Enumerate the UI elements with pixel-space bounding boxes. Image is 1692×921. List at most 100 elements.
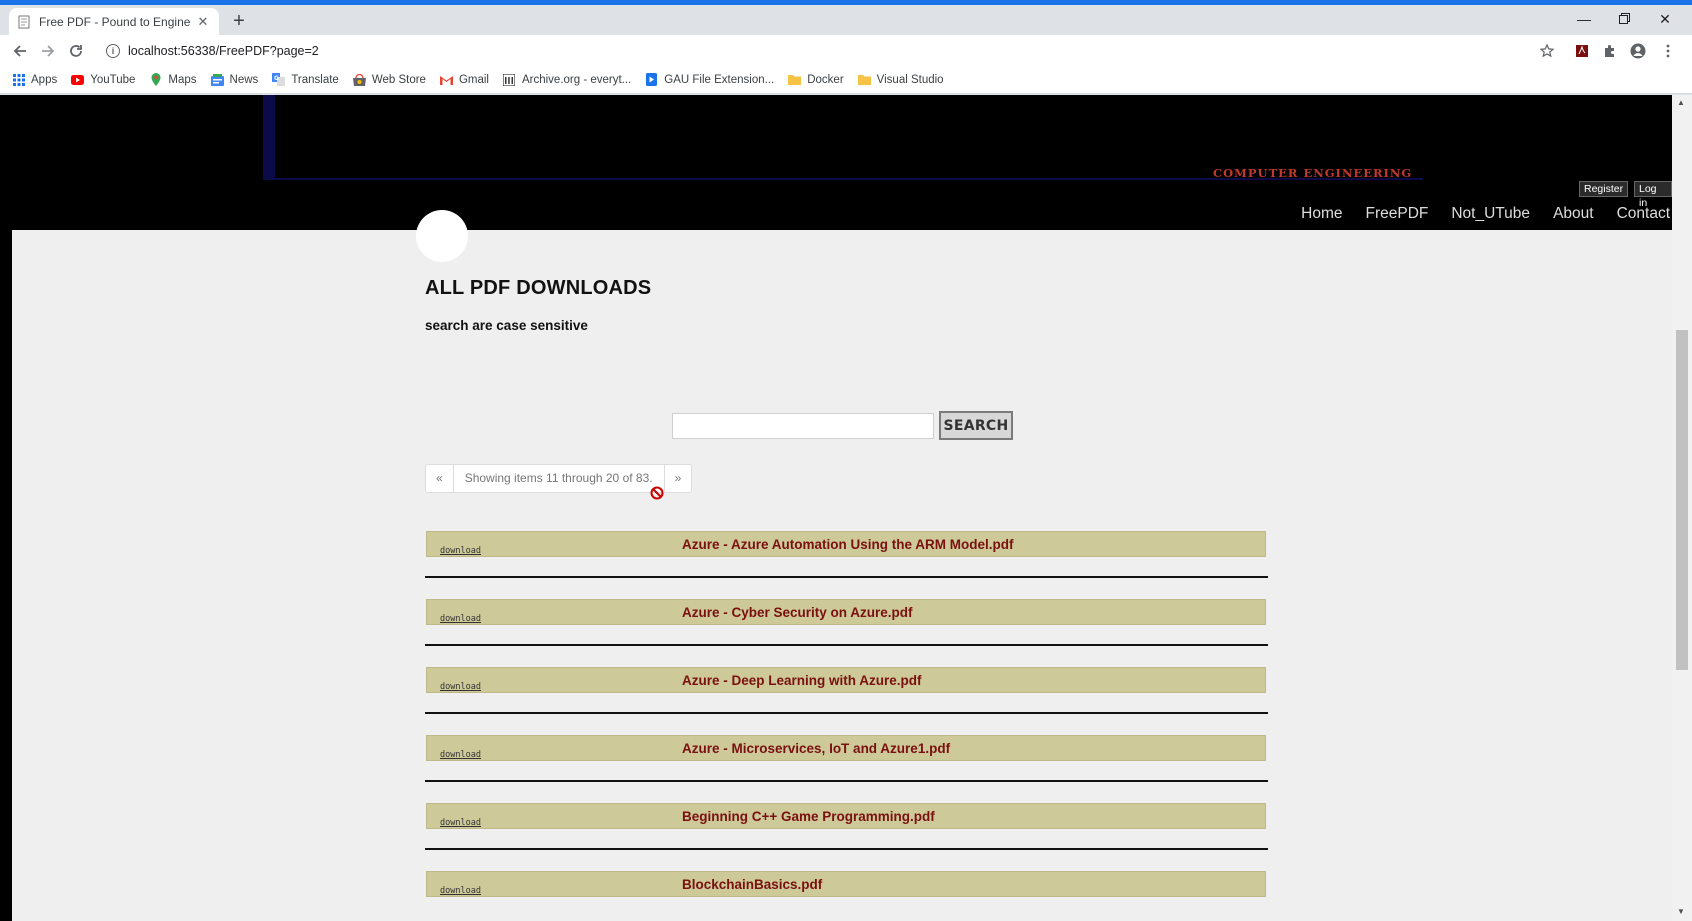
forward-arrow-icon[interactable] [37,40,59,62]
pager-prev-button[interactable]: « [426,465,453,492]
nav-not-utube[interactable]: Not_UTube [1451,205,1530,223]
page-title: ALL PDF DOWNLOADS [425,277,652,299]
nav-home[interactable]: Home [1301,205,1342,223]
register-link[interactable]: Register [1579,181,1629,197]
download-link[interactable]: download [440,818,481,828]
page-subtitle: search are case sensitive [425,318,588,333]
translate-icon: G [272,73,286,86]
site-header: COMPUTER ENGINEERING Register Log in Hom… [0,95,1672,230]
nav-about[interactable]: About [1553,205,1594,223]
download-link[interactable]: download [440,614,481,624]
bookmark-web-store[interactable]: Web Store [352,73,426,86]
download-link[interactable]: download [440,546,481,556]
pdf-title[interactable]: BlockchainBasics.pdf [682,877,822,892]
minimize-window-icon[interactable]: — [1564,11,1604,27]
pdf-row: download Azure - Microservices, IoT and … [425,735,1268,803]
extensions-puzzle-icon[interactable] [1599,40,1621,62]
page-favicon-icon [17,15,31,29]
tab-close-icon[interactable]: ✕ [195,14,211,30]
bookmark-label: Archive.org - everyt... [521,73,632,86]
youtube-icon [71,73,85,86]
pdf-row-bar: download Azure - Deep Learning with Azur… [426,667,1266,693]
browser-menu-icon[interactable] [1657,40,1679,62]
search-button[interactable]: SEARCH [939,411,1013,440]
header-banner-strip [263,95,275,180]
tab-title: Free PDF - Pound to Engineering [39,14,191,29]
site-info-icon[interactable]: i [106,43,120,58]
site-brand: COMPUTER ENGINEERING [1213,166,1413,180]
row-divider [425,644,1268,646]
download-link[interactable]: download [440,750,481,760]
scroll-down-arrow-icon[interactable]: ▼ [1677,907,1685,916]
bookmark-star-icon[interactable] [1536,40,1558,62]
scroll-up-arrow-icon[interactable]: ▲ [1677,98,1685,107]
bookmark-visual-studio[interactable]: Visual Studio [857,73,944,86]
gau-icon [645,73,658,86]
pdf-title[interactable]: Beginning C++ Game Programming.pdf [682,809,935,824]
pdf-row: download Beginning C++ Game Programming.… [425,803,1268,871]
browser-toolbar: i localhost:56338/FreePDF?page=2 [0,35,1692,66]
reload-icon[interactable] [65,40,87,62]
search-input[interactable] [672,413,934,439]
bookmark-label: News [229,73,259,86]
pdf-row: download Azure - Azure Automation Using … [425,531,1268,599]
bookmark-gau[interactable]: GAU File Extension... [645,73,774,86]
bookmark-news[interactable]: News [210,73,259,86]
bookmarks-bar: Apps YouTube Maps News G Translate Web S… [0,66,1692,94]
folder-icon [788,73,802,86]
pdf-row-bar: download Beginning C++ Game Programming.… [426,803,1266,829]
apps-grid-icon [12,73,25,86]
row-divider [425,848,1268,850]
download-link[interactable]: download [440,886,481,896]
pager-next-button[interactable]: » [665,465,692,492]
bookmark-label: Visual Studio [876,73,944,86]
address-bar[interactable]: i localhost:56338/FreePDF?page=2 [98,38,1563,63]
download-link[interactable]: download [440,682,481,692]
row-divider [425,780,1268,782]
back-arrow-icon[interactable] [9,40,31,62]
new-tab-button[interactable]: + [228,11,250,33]
address-url: localhost:56338/FreePDF?page=2 [128,43,319,58]
bookmark-gmail[interactable]: Gmail [439,73,489,86]
bookmark-label: Web Store [371,73,426,86]
pdf-title[interactable]: Azure - Deep Learning with Azure.pdf [682,673,922,688]
close-window-icon[interactable]: ✕ [1645,11,1685,28]
bookmark-label: Translate [291,73,339,86]
pdf-title[interactable]: Azure - Cyber Security on Azure.pdf [682,605,913,620]
maps-icon [149,73,162,86]
restore-window-icon[interactable] [1604,11,1644,27]
bookmark-label: Maps [168,73,197,86]
pdf-title[interactable]: Azure - Azure Automation Using the ARM M… [682,537,1013,552]
bookmark-docker[interactable]: Docker [788,73,844,86]
pdf-extension-icon[interactable] [1571,40,1593,62]
pdf-row-bar: download Azure - Microservices, IoT and … [426,735,1266,761]
login-link[interactable]: Log in [1634,181,1672,209]
bookmark-archive[interactable]: Archive.org - everyt... [503,73,631,86]
bookmark-label: GAU File Extension... [664,73,775,86]
pdf-row-bar: download Azure - Azure Automation Using … [426,531,1266,557]
pdf-row: download BlockchainBasics.pdf [425,871,1268,921]
bookmark-label: Docker [807,73,844,86]
profile-avatar-icon[interactable] [1627,40,1649,62]
bookmark-translate[interactable]: G Translate [272,73,339,86]
nav-freepdf[interactable]: FreePDF [1365,205,1428,223]
logo-circle [416,210,468,262]
page-scrollbar[interactable]: ▲ ▼ [1672,95,1692,921]
gmail-icon [439,73,453,86]
pdf-title[interactable]: Azure - Microservices, IoT and Azure1.pd… [682,741,950,756]
browser-tab-active[interactable]: Free PDF - Pound to Engineering ✕ [9,8,219,35]
bookmark-youtube[interactable]: YouTube [71,73,135,86]
bookmark-label: Gmail [458,73,489,86]
scrollbar-thumb[interactable] [1676,330,1688,670]
bookmark-apps[interactable]: Apps [12,73,57,86]
row-divider [425,712,1268,714]
bookmark-maps[interactable]: Maps [149,73,197,86]
page-viewport: COMPUTER ENGINEERING Register Log in Hom… [0,95,1692,921]
nav-contact[interactable]: Contact [1617,205,1670,223]
folder-icon [857,73,871,86]
archive-icon [503,73,516,86]
bookmark-label: Apps [31,73,58,86]
pager-status: Showing items 11 through 20 of 83. [452,465,665,492]
pdf-row: download Azure - Deep Learning with Azur… [425,667,1268,735]
bookmark-label: YouTube [90,73,136,86]
